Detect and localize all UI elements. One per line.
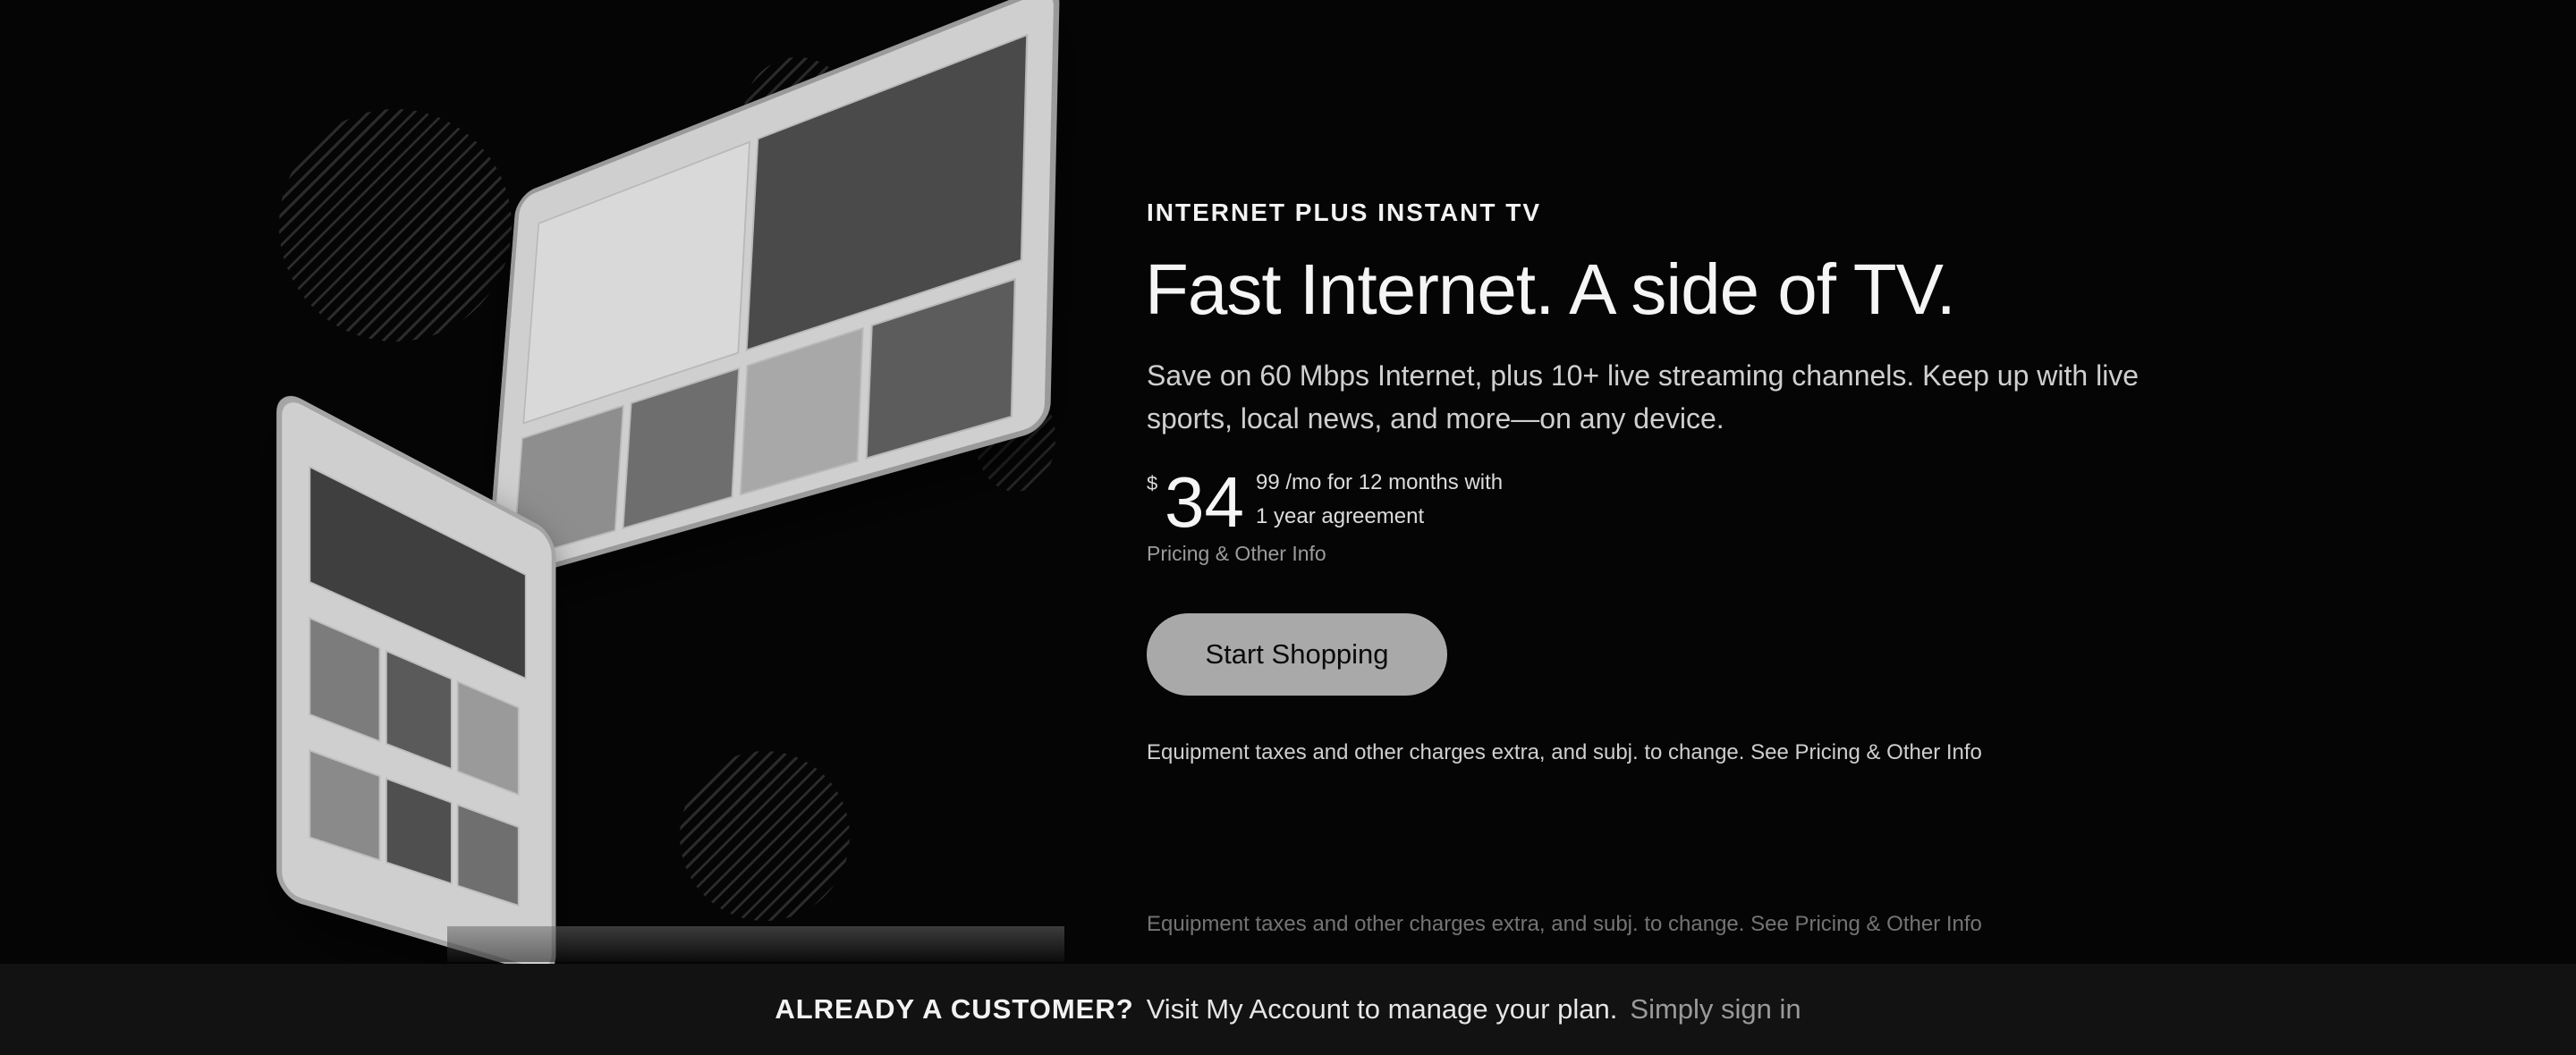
phone-tile-row	[456, 803, 520, 907]
phone-tile-row	[309, 748, 381, 862]
sign-in-link[interactable]: Simply sign in	[1630, 993, 1801, 1025]
phone-tile-row	[385, 777, 453, 885]
phone-tile-row	[309, 616, 381, 743]
start-shopping-button[interactable]: Start Shopping	[1147, 613, 1447, 696]
offer-eyebrow: INTERNET PLUS INSTANT TV	[1147, 198, 1542, 226]
pricing-info-link[interactable]: Pricing & Other Info	[1147, 542, 1326, 566]
page-headline: Fast Internet. A side of TV.	[1145, 249, 1956, 329]
tablet-tile-row	[865, 277, 1016, 460]
price-currency: $	[1147, 472, 1158, 494]
tablet-tile-row	[739, 326, 864, 496]
account-message: Visit My Account to manage your plan.	[1146, 993, 1618, 1025]
decorative-hatched-circle	[680, 751, 850, 921]
hero-section: INTERNET PLUS INSTANT TV Fast Internet. …	[0, 0, 2576, 964]
offer-description: Save on 60 Mbps Internet, plus 10+ live …	[1147, 359, 2140, 435]
tablet-tile-row	[622, 367, 741, 530]
price-agreement: 1 year agreement	[1256, 504, 1425, 528]
decorative-hatched-circle	[279, 109, 512, 342]
disclaimer-text-faded: Equipment taxes and other charges extra,…	[1147, 912, 1982, 936]
phone-tile-row	[385, 649, 453, 771]
price-cents-term: 99 /mo for 12 months with	[1256, 470, 1504, 494]
device-reflection	[447, 926, 1064, 962]
phone-tile-row	[456, 679, 520, 797]
price-dollars: 34	[1165, 462, 1244, 542]
disclaimer-text: Equipment taxes and other charges extra,…	[1147, 740, 1982, 764]
customer-question: ALREADY A CUSTOMER?	[775, 993, 1134, 1025]
customer-signin-bar: ALREADY A CUSTOMER? Visit My Account to …	[0, 964, 2576, 1055]
